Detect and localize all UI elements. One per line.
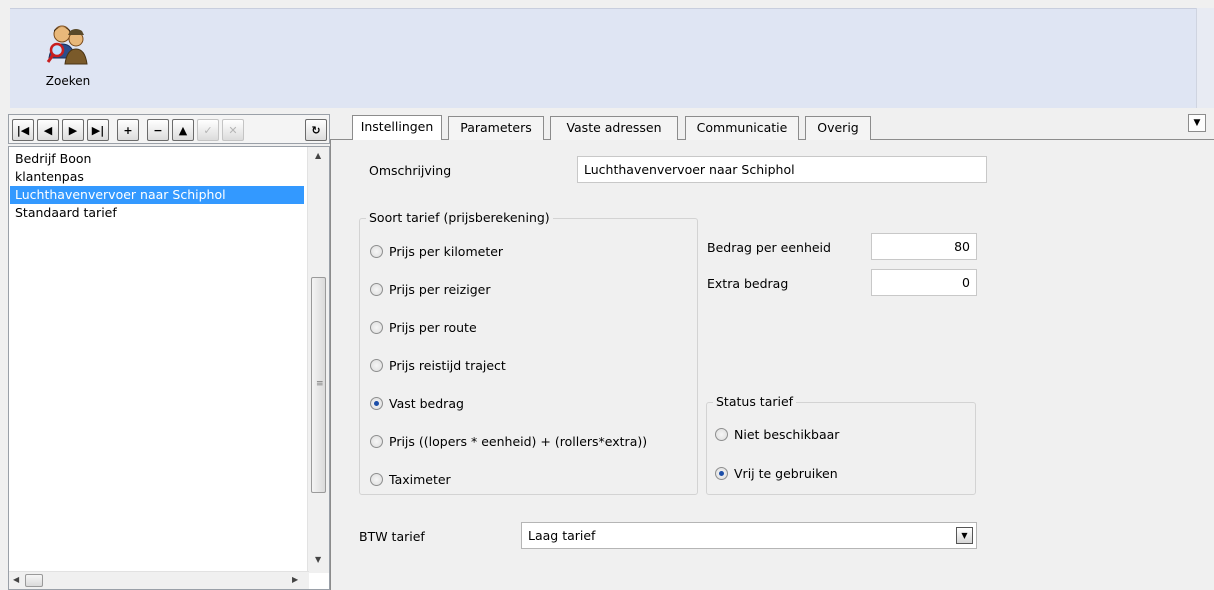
radio-icon bbox=[370, 435, 383, 448]
scroll-thumb[interactable]: ≡ bbox=[311, 277, 326, 493]
tab-content-instellingen: Omschrijving Luchthavenvervoer naar Schi… bbox=[330, 140, 1214, 590]
list-item[interactable]: Bedrijf Boon bbox=[10, 150, 304, 168]
list-horizontal-scrollbar[interactable]: ◀ ▶ bbox=[9, 571, 309, 589]
next-icon: ▶ bbox=[68, 123, 78, 137]
record-navigator: |◀ ◀ ▶ ▶| + − ▲ ✓ ✕ ↻ bbox=[8, 114, 330, 144]
option-label: Prijs reistijd traject bbox=[389, 358, 506, 373]
refresh-button[interactable]: ↻ bbox=[305, 119, 327, 141]
option-label: Taximeter bbox=[389, 472, 451, 487]
tab-parameters[interactable]: Parameters bbox=[448, 116, 544, 140]
radio-price-per-km[interactable]: Prijs per kilometer bbox=[370, 244, 503, 259]
edit-record-button[interactable]: ▲ bbox=[172, 119, 194, 141]
radio-icon bbox=[370, 283, 383, 296]
radio-fixed-amount[interactable]: Vast bedrag bbox=[370, 396, 464, 411]
radio-free-to-use[interactable]: Vrij te gebruiken bbox=[715, 466, 838, 481]
toolbar: Zoeken bbox=[0, 0, 1214, 110]
hscroll-thumb[interactable] bbox=[25, 574, 43, 587]
tariff-type-title: Soort tarief (prijsberekening) bbox=[366, 210, 553, 225]
scroll-down-icon[interactable]: ▼ bbox=[315, 555, 321, 564]
checkmark-icon: ✓ bbox=[203, 123, 213, 137]
radio-price-per-route[interactable]: Prijs per route bbox=[370, 320, 477, 335]
cross-icon: ✕ bbox=[228, 123, 238, 137]
tab-vaste-adressen[interactable]: Vaste adressen bbox=[550, 116, 678, 140]
tariff-type-group: Soort tarief (prijsberekening) Prijs per… bbox=[359, 210, 698, 495]
scroll-right-icon[interactable]: ▶ bbox=[292, 575, 298, 584]
status-title: Status tarief bbox=[713, 394, 797, 409]
list-item[interactable]: klantenpas bbox=[10, 168, 304, 186]
radio-icon bbox=[370, 359, 383, 372]
last-icon: ▶| bbox=[91, 123, 105, 137]
grip-icon: ≡ bbox=[316, 379, 324, 389]
dropdown-button[interactable]: ▼ bbox=[956, 527, 973, 544]
radio-price-travel-time[interactable]: Prijs reistijd traject bbox=[370, 358, 506, 373]
tab-overig[interactable]: Overig bbox=[805, 116, 871, 140]
toolbar-edge bbox=[1196, 8, 1214, 108]
first-icon: |◀ bbox=[16, 123, 30, 137]
list-item[interactable]: Standaard tarief bbox=[10, 204, 304, 222]
extra-amount-field[interactable]: 0 bbox=[871, 269, 977, 296]
radio-icon bbox=[370, 321, 383, 334]
vat-label: BTW tarief bbox=[359, 529, 425, 544]
chevron-down-icon: ▼ bbox=[961, 531, 968, 540]
status-group: Status tarief Niet beschikbaar Vrij te g… bbox=[706, 394, 976, 495]
minus-icon: − bbox=[153, 123, 163, 137]
list-item-selected[interactable]: Luchthavenvervoer naar Schiphol bbox=[10, 186, 304, 204]
scroll-left-icon[interactable]: ◀ bbox=[13, 575, 19, 584]
option-label: Prijs per kilometer bbox=[389, 244, 504, 259]
insert-record-button[interactable]: + bbox=[117, 119, 139, 141]
last-record-button[interactable]: ▶| bbox=[87, 119, 109, 141]
search-label: Zoeken bbox=[45, 74, 91, 88]
tariff-list[interactable]: Bedrijf Boon klantenpas Luchthavenvervoe… bbox=[8, 146, 330, 590]
chevron-down-icon: ▼ bbox=[1193, 118, 1201, 128]
amount-per-unit-field[interactable]: 80 bbox=[871, 233, 977, 260]
plus-icon: + bbox=[123, 123, 133, 137]
list-vertical-scrollbar[interactable]: ▲ ≡ ▼ bbox=[307, 147, 329, 573]
radio-checked-icon bbox=[370, 397, 383, 410]
option-label: Prijs ((lopers * eenheid) + (rollers*ext… bbox=[389, 434, 648, 449]
toolbar-ribbon bbox=[10, 8, 1214, 108]
radio-not-available[interactable]: Niet beschikbaar bbox=[715, 427, 839, 442]
option-label: Niet beschikbaar bbox=[734, 427, 840, 442]
edit-up-icon: ▲ bbox=[178, 123, 188, 137]
first-record-button[interactable]: |◀ bbox=[12, 119, 34, 141]
detail-panel: Instellingen Parameters Vaste adressen C… bbox=[330, 112, 1214, 590]
search-people-icon bbox=[30, 22, 106, 68]
option-label: Vast bedrag bbox=[389, 396, 464, 411]
prior-record-button[interactable]: ◀ bbox=[37, 119, 59, 141]
radio-price-formula[interactable]: Prijs ((lopers * eenheid) + (rollers*ext… bbox=[370, 434, 647, 449]
search-button[interactable]: Zoeken bbox=[30, 22, 106, 106]
delete-record-button[interactable]: − bbox=[147, 119, 169, 141]
radio-icon bbox=[370, 245, 383, 258]
vat-select[interactable]: Laag tarief ▼ bbox=[521, 522, 977, 549]
radio-checked-icon bbox=[715, 467, 728, 480]
amount-per-unit-label: Bedrag per eenheid bbox=[707, 240, 831, 255]
scroll-up-icon[interactable]: ▲ bbox=[315, 151, 321, 160]
prior-icon: ◀ bbox=[43, 123, 53, 137]
radio-icon bbox=[370, 473, 383, 486]
tab-communicatie[interactable]: Communicatie bbox=[685, 116, 799, 140]
description-label: Omschrijving bbox=[369, 163, 452, 178]
tab-bar: Instellingen Parameters Vaste adressen C… bbox=[330, 112, 1214, 140]
extra-amount-label: Extra bedrag bbox=[707, 276, 789, 291]
tab-instellingen[interactable]: Instellingen bbox=[352, 115, 442, 140]
next-record-button[interactable]: ▶ bbox=[62, 119, 84, 141]
option-label: Prijs per route bbox=[389, 320, 477, 335]
vat-value: Laag tarief bbox=[528, 528, 596, 543]
tab-menu-dropdown[interactable]: ▼ bbox=[1188, 114, 1206, 132]
option-label: Vrij te gebruiken bbox=[734, 466, 838, 481]
record-list-panel: |◀ ◀ ▶ ▶| + − ▲ ✓ ✕ ↻ Bedrijf Boon klant… bbox=[8, 114, 330, 590]
description-field[interactable]: Luchthavenvervoer naar Schiphol bbox=[577, 156, 987, 183]
cancel-record-button[interactable]: ✕ bbox=[222, 119, 244, 141]
post-record-button[interactable]: ✓ bbox=[197, 119, 219, 141]
radio-icon bbox=[715, 428, 728, 441]
radio-price-per-traveler[interactable]: Prijs per reiziger bbox=[370, 282, 490, 297]
refresh-icon: ↻ bbox=[311, 123, 321, 137]
option-label: Prijs per reiziger bbox=[389, 282, 491, 297]
radio-taximeter[interactable]: Taximeter bbox=[370, 472, 451, 487]
